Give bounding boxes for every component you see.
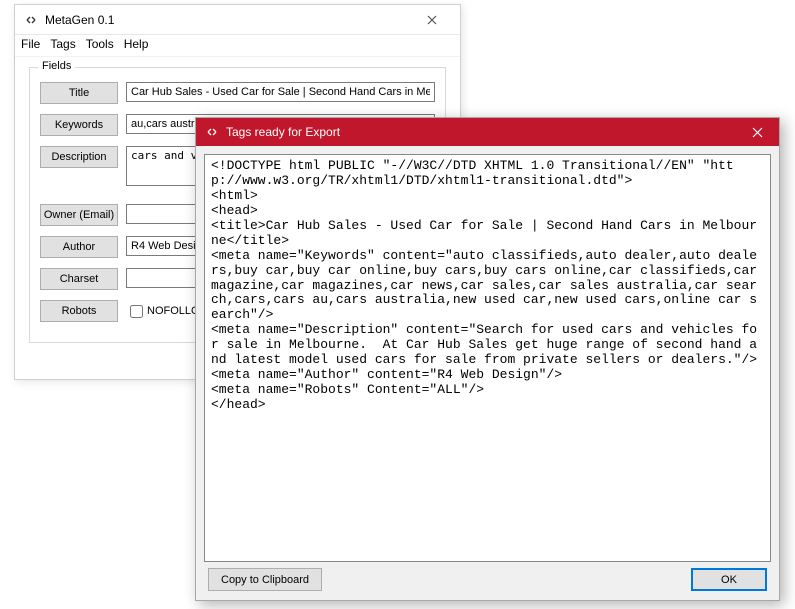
dialog-body: <!DOCTYPE html PUBLIC "-//W3C//DTD XHTML… bbox=[196, 146, 779, 599]
row-title: Title bbox=[40, 82, 435, 104]
dialog-icon bbox=[204, 124, 220, 140]
menu-help[interactable]: Help bbox=[124, 37, 149, 54]
title-label-button[interactable]: Title bbox=[40, 82, 118, 104]
menu-tags[interactable]: Tags bbox=[50, 37, 75, 54]
title-input[interactable] bbox=[126, 82, 435, 102]
main-close-button[interactable] bbox=[412, 6, 452, 34]
ok-button[interactable]: OK bbox=[691, 568, 767, 591]
main-titlebar: MetaGen 0.1 bbox=[15, 5, 460, 35]
main-window-title: MetaGen 0.1 bbox=[45, 13, 412, 27]
dialog-title: Tags ready for Export bbox=[226, 125, 735, 139]
menubar: File Tags Tools Help bbox=[15, 35, 460, 57]
owner-label-button[interactable]: Owner (Email) bbox=[40, 204, 118, 226]
author-label-button[interactable]: Author bbox=[40, 236, 118, 258]
fields-legend: Fields bbox=[38, 60, 75, 72]
description-label-button[interactable]: Description bbox=[40, 146, 118, 168]
robots-label-button[interactable]: Robots bbox=[40, 300, 118, 322]
close-icon bbox=[752, 127, 763, 138]
dialog-titlebar: Tags ready for Export bbox=[196, 118, 779, 146]
charset-label-button[interactable]: Charset bbox=[40, 268, 118, 290]
app-icon bbox=[23, 12, 39, 28]
copy-to-clipboard-button[interactable]: Copy to Clipboard bbox=[208, 568, 322, 591]
nofollow-checkbox[interactable] bbox=[130, 305, 143, 318]
menu-tools[interactable]: Tools bbox=[86, 37, 114, 54]
keywords-label-button[interactable]: Keywords bbox=[40, 114, 118, 136]
export-output-textbox[interactable]: <!DOCTYPE html PUBLIC "-//W3C//DTD XHTML… bbox=[204, 154, 771, 562]
close-icon bbox=[427, 15, 437, 25]
export-dialog: Tags ready for Export <!DOCTYPE html PUB… bbox=[195, 117, 780, 601]
dialog-close-button[interactable] bbox=[735, 118, 779, 146]
menu-file[interactable]: File bbox=[21, 37, 40, 54]
dialog-button-row: Copy to Clipboard OK bbox=[204, 562, 771, 591]
